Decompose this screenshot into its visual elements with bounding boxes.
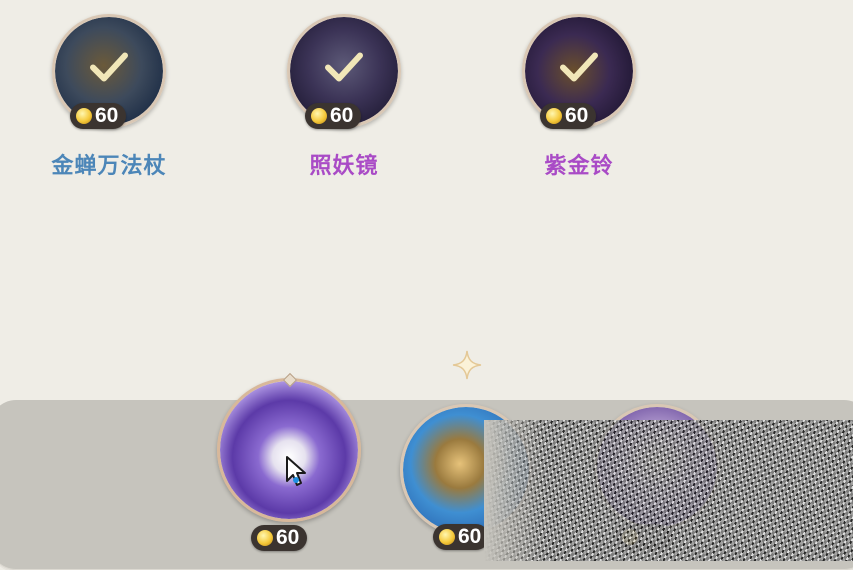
check-icon [325, 52, 363, 82]
item-golden-staff[interactable]: 60 金蝉万法杖 [51, 14, 170, 179]
coin-icon [439, 529, 455, 545]
check-icon [90, 52, 128, 82]
cost-value: 60 [330, 104, 354, 127]
check-icon [560, 52, 598, 82]
cost-value: 60 [95, 104, 119, 127]
purple-vortex-orb-icon [217, 378, 361, 522]
cost-value: 60 [276, 526, 300, 549]
coin-icon [76, 108, 92, 124]
item-name: 照妖镜 [309, 154, 379, 179]
cost-badge: 60 [305, 103, 362, 129]
cost-badge: 60 [540, 103, 597, 129]
item-name: 金蝉万法杖 [51, 154, 167, 179]
cost-badge: 60 [251, 525, 308, 551]
coin-icon [311, 108, 327, 124]
cost-value: 60 [458, 525, 482, 548]
cost-badge: 60 [70, 103, 127, 129]
mouse-pointer-icon [286, 456, 306, 486]
item-name: 紫金铃 [544, 154, 614, 179]
cost-value: 60 [565, 104, 589, 127]
coin-icon [257, 530, 273, 546]
sparkle-star-icon [452, 350, 482, 380]
glitch-overlay-fade [484, 420, 544, 561]
cost-badge: 60 [433, 524, 490, 550]
item-purple-gold-bell[interactable]: 60 紫金铃 [522, 14, 640, 179]
item-demon-mirror[interactable]: 60 照妖镜 [287, 14, 405, 179]
coin-icon [546, 108, 562, 124]
